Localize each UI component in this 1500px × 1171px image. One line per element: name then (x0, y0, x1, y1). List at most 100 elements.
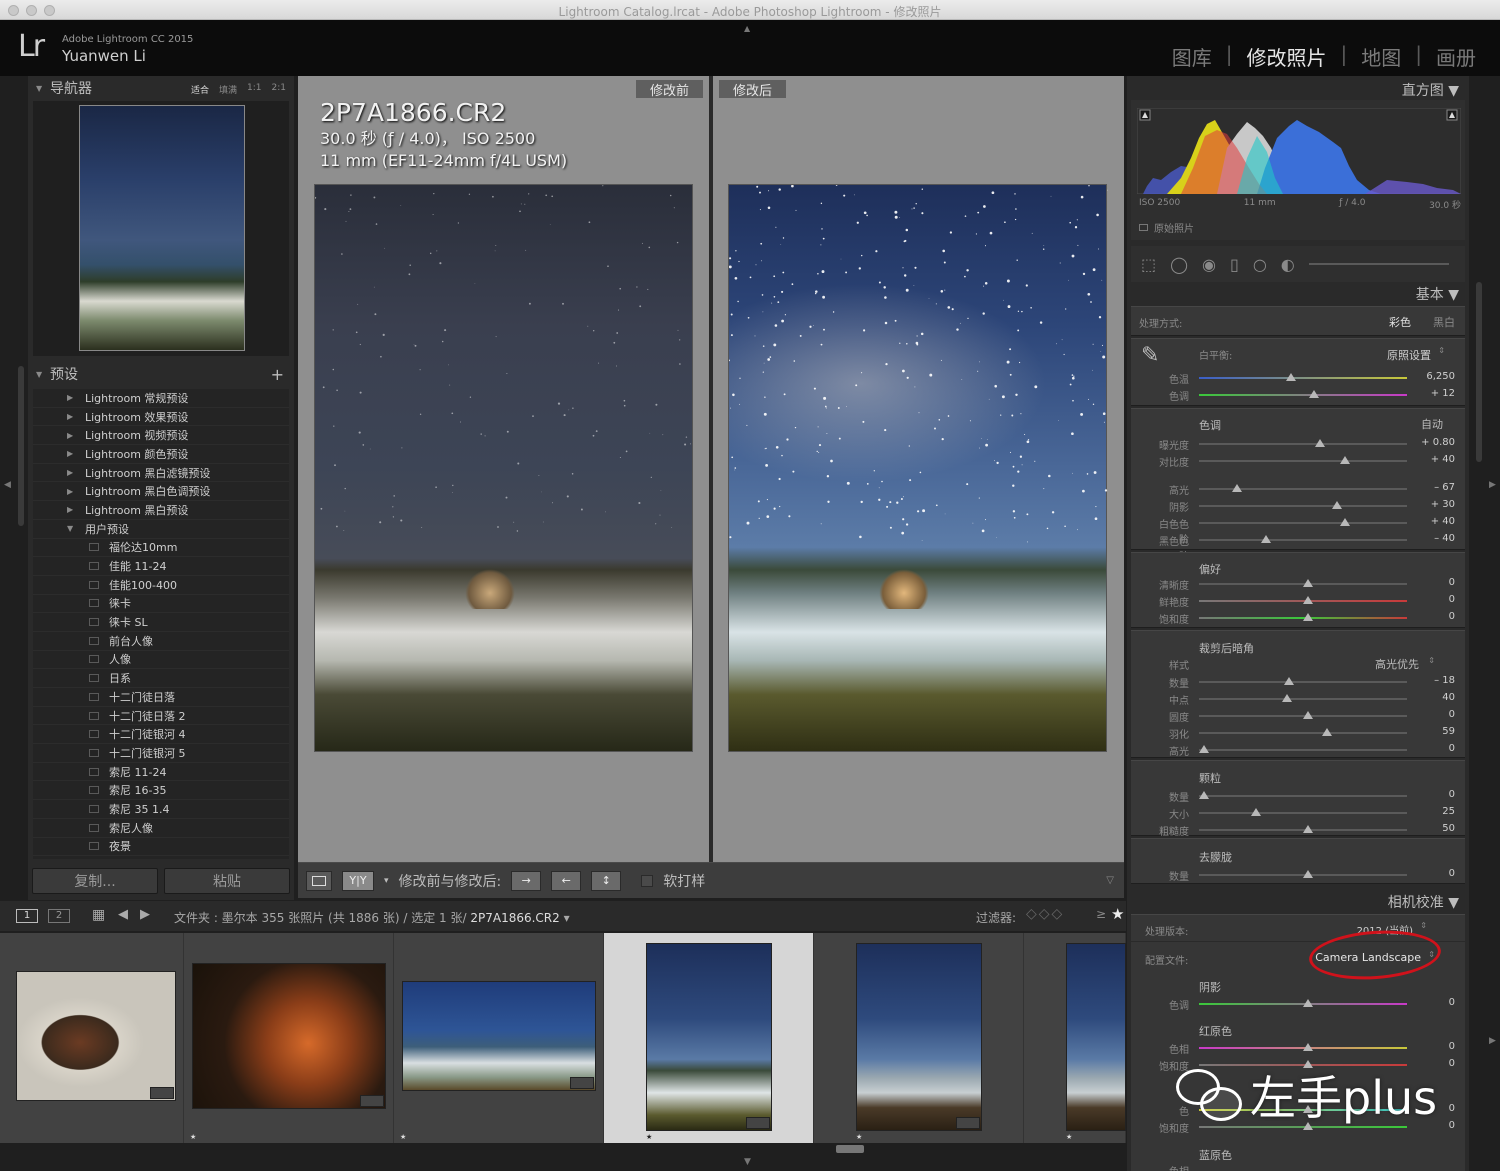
toolbar-menu-icon[interactable]: ▽ (1106, 875, 1114, 886)
slider-knob[interactable] (1340, 518, 1351, 526)
collapse-triangle-icon[interactable]: ▼ (36, 370, 44, 379)
flag-filter-icons[interactable]: ◇◇◇ (1026, 906, 1064, 922)
tool-slider[interactable] (1308, 263, 1449, 265)
slider-knob[interactable] (1303, 711, 1313, 719)
histogram-graph[interactable] (1137, 108, 1461, 194)
right-filmstrip-toggle-icon[interactable]: ▶ (1489, 1036, 1496, 1046)
film-cell[interactable]: ★ (184, 933, 394, 1143)
histogram-header[interactable]: 直方图 ▼ (1402, 80, 1459, 100)
zoom-fit[interactable]: 适合 (191, 83, 209, 96)
slider-knob[interactable] (1199, 791, 1209, 799)
preset-item[interactable]: 十二门徒银河 5 (33, 744, 289, 763)
filename-dropdown-icon[interactable]: ▾ (564, 911, 570, 925)
film-cell[interactable] (0, 933, 184, 1143)
forward-arrow-icon[interactable]: ▶ (140, 907, 150, 922)
module-map[interactable]: 地图 (1361, 42, 1401, 71)
window-2-button[interactable]: 2 (48, 909, 70, 923)
navigator-header[interactable]: ▼ 导航器 适合 填满 1:1 2:1 (28, 76, 294, 100)
blacks-slider[interactable] (1199, 535, 1407, 543)
before-photo[interactable] (314, 184, 693, 752)
module-develop[interactable]: 修改照片 (1247, 42, 1327, 71)
camera-calibration-header[interactable]: 相机校准 ▼ (1388, 892, 1459, 912)
left-panel-toggle-icon[interactable]: ◀ (4, 480, 11, 490)
film-thumbnail[interactable] (192, 963, 386, 1109)
loupe-view-button[interactable] (306, 870, 332, 891)
calib-shadow-tint-slider[interactable] (1199, 999, 1407, 1007)
original-photo-toggle[interactable]: 原始照片 (1139, 220, 1194, 235)
right-panel-scrollbar[interactable] (1476, 282, 1482, 462)
left-panel-scrollbar[interactable] (18, 366, 24, 526)
wb-dropdown-icon[interactable]: ⇕ (1438, 346, 1445, 355)
saturation-slider[interactable] (1199, 613, 1407, 621)
treatment-bw[interactable]: 黑白 (1433, 314, 1455, 330)
mode-dropdown-icon[interactable]: ▾ (384, 876, 389, 886)
red-eye-icon[interactable]: ◉ (1202, 255, 1216, 274)
tint-slider[interactable] (1199, 390, 1407, 398)
preset-folder[interactable]: ▶ Lightroom 常规预设 (33, 389, 289, 408)
film-thumbnail[interactable] (856, 943, 982, 1131)
window-1-button[interactable]: 1 (16, 909, 38, 923)
preset-folder[interactable]: ▶ Lightroom 黑白预设 (33, 501, 289, 520)
slider-knob[interactable] (1303, 596, 1313, 604)
filmstrip-info[interactable]: 文件夹 : 墨尔本 355 张照片 (共 1886 张) / 选定 1 张/ 2… (174, 909, 570, 926)
preset-item[interactable]: 索尼 16-35 (33, 781, 289, 801)
film-cell[interactable]: ★ (1024, 933, 1126, 1143)
whites-slider[interactable] (1199, 518, 1407, 526)
paste-button[interactable]: 粘贴 (164, 868, 290, 894)
adjustment-brush-icon[interactable]: ◐ (1281, 255, 1295, 274)
slider-knob[interactable] (1332, 501, 1343, 509)
slider-knob[interactable] (1303, 999, 1313, 1007)
film-thumbnail[interactable] (1066, 943, 1126, 1131)
film-thumbnail[interactable] (402, 981, 596, 1091)
copy-button[interactable]: 复制... (32, 868, 158, 894)
basic-header[interactable]: 基本 ▼ (1416, 284, 1459, 304)
swap-before-after-button[interactable]: ↕ (591, 870, 622, 891)
wb-value[interactable]: 原照设置 (1387, 347, 1431, 363)
film-thumbnail[interactable] (16, 971, 176, 1101)
slider-knob[interactable] (1340, 456, 1351, 464)
copy-after-to-before-button[interactable]: ← (551, 870, 582, 891)
vignette-midpoint-slider[interactable] (1199, 694, 1407, 702)
expand-triangle-icon[interactable]: ▶ (67, 505, 75, 514)
crop-tool-icon[interactable]: ⬚ (1141, 255, 1156, 274)
vignette-style-value[interactable]: 高光优先 (1375, 656, 1419, 672)
preset-item[interactable]: 日系 (33, 669, 289, 688)
preset-folder-user[interactable]: ▼ 用户预设 (33, 520, 289, 539)
slider-knob[interactable] (1303, 1043, 1313, 1051)
expand-triangle-icon[interactable]: ▶ (67, 393, 75, 402)
preset-item[interactable]: 佳能 11-24 (33, 557, 289, 576)
style-dropdown-icon[interactable]: ⇕ (1428, 656, 1435, 665)
grain-size-slider[interactable] (1199, 808, 1407, 816)
expand-triangle-icon[interactable]: ▶ (67, 487, 75, 496)
tone-auto-button[interactable]: 自动 (1421, 416, 1443, 432)
preset-item[interactable]: 人像 (33, 651, 289, 670)
grid-view-icon[interactable]: ▦ (92, 907, 105, 923)
slider-knob[interactable] (1282, 694, 1293, 702)
film-cell[interactable]: ★ (814, 933, 1024, 1143)
slider-knob[interactable] (1303, 870, 1313, 878)
slider-knob[interactable] (1286, 373, 1297, 381)
zoom-fill[interactable]: 填满 (219, 83, 237, 96)
preset-folder[interactable]: ▶ Lightroom 黑白滤镜预设 (33, 464, 289, 483)
preset-item[interactable]: 十二门徒日落 (33, 688, 289, 707)
contrast-slider[interactable] (1199, 456, 1407, 464)
add-preset-icon[interactable]: + (271, 365, 284, 384)
presets-header[interactable]: ▼ 预设 + (28, 362, 294, 386)
slider-knob[interactable] (1303, 825, 1313, 833)
slider-knob[interactable] (1303, 613, 1313, 621)
preset-folder[interactable]: ▶ Lightroom 效果预设 (33, 408, 289, 427)
film-thumbnail[interactable] (646, 943, 772, 1131)
top-panel-toggle-icon[interactable]: ▲ (744, 24, 750, 33)
highlights-slider[interactable] (1199, 484, 1407, 492)
star-filter-icon[interactable]: ★ (1111, 905, 1124, 923)
radial-filter-icon[interactable]: ○ (1253, 255, 1267, 274)
preset-item[interactable]: 徕卡 (33, 595, 289, 614)
eyedropper-icon[interactable]: ✎ (1141, 343, 1159, 368)
zoom-1-1[interactable]: 1:1 (247, 83, 261, 96)
process-dropdown-icon[interactable]: ⇕ (1420, 921, 1427, 930)
calib-red-hue-slider[interactable] (1199, 1043, 1407, 1051)
temp-slider[interactable] (1199, 373, 1407, 381)
slider-knob[interactable] (1232, 484, 1243, 492)
preset-item[interactable]: 前台人像 (33, 632, 289, 651)
clarity-slider[interactable] (1199, 579, 1407, 587)
